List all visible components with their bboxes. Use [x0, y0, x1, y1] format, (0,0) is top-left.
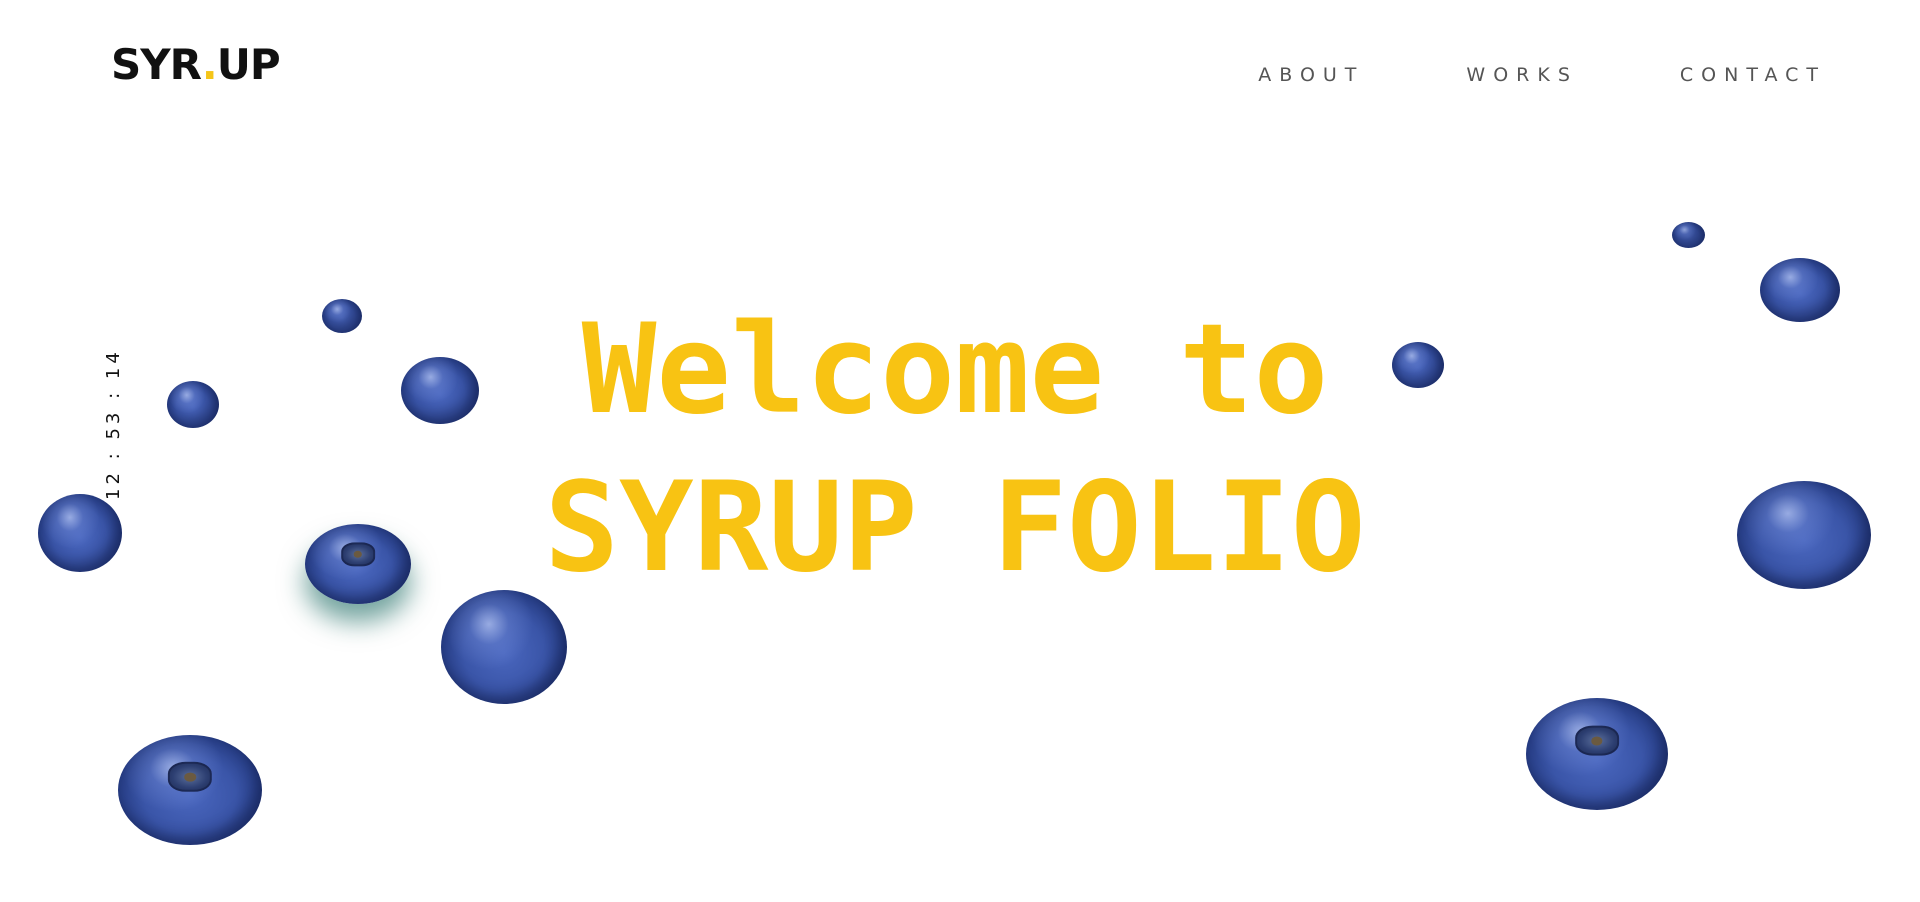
site-logo[interactable]: SYR.UP: [111, 44, 281, 86]
logo-text-part1: SYR: [111, 40, 203, 89]
nav-link-about[interactable]: ABOUT: [1258, 64, 1364, 86]
hero-line-2: SYRUP FOLIO: [544, 456, 1366, 601]
blueberry-icon: [118, 735, 262, 845]
blueberry-icon: [1392, 342, 1444, 388]
blueberry-icon: [1526, 698, 1668, 810]
blueberry-icon: [1737, 481, 1871, 589]
blueberry-icon: [401, 357, 479, 424]
hero-heading: Welcome to SYRUP FOLIO: [0, 291, 1920, 607]
blueberry-icon: [1672, 222, 1705, 248]
main-nav: ABOUT WORKS CONTACT: [1156, 64, 1826, 86]
page: SYR.UP ABOUT WORKS CONTACT 12 : 53 : 14 …: [0, 0, 1920, 902]
blueberry-icon: [38, 494, 122, 572]
blueberry-icon: [1760, 258, 1840, 322]
blueberry-icon: [441, 590, 567, 704]
logo-text-part2: UP: [216, 40, 281, 89]
blueberry-icon: [322, 299, 362, 333]
blueberry-icon: [167, 381, 219, 428]
nav-link-works[interactable]: WORKS: [1466, 64, 1577, 86]
logo-dot: .: [201, 40, 218, 89]
hero-line-1: Welcome to: [581, 298, 1329, 443]
blueberry-stem: [184, 772, 196, 782]
nav-link-contact[interactable]: CONTACT: [1680, 64, 1826, 86]
blueberry-icon: [305, 524, 411, 604]
